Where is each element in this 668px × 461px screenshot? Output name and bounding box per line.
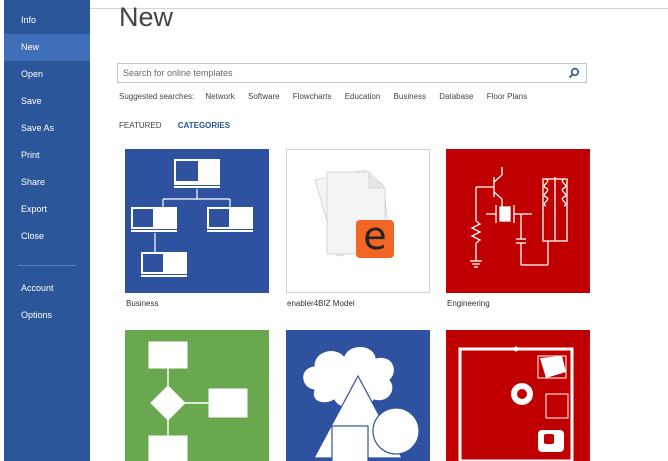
suggested-link-database[interactable]: Database bbox=[439, 92, 473, 101]
nav-save-as[interactable]: Save As bbox=[4, 115, 90, 142]
search-icon[interactable] bbox=[568, 67, 580, 79]
nav-account[interactable]: Account bbox=[4, 275, 90, 302]
shapes-icon bbox=[302, 346, 420, 461]
business-diagram-icon bbox=[131, 159, 253, 277]
template-tile-engineering[interactable] bbox=[446, 149, 590, 293]
nav-export[interactable]: Export bbox=[4, 196, 90, 223]
template-tile-flowchart[interactable] bbox=[125, 330, 269, 461]
suggested-link-floor-plans[interactable]: Floor Plans bbox=[487, 92, 527, 101]
template-tabs: FEATURED CATEGORIES bbox=[119, 121, 244, 130]
template-tile-floor-plan[interactable] bbox=[446, 330, 590, 461]
template-label-engineering: Engineering bbox=[447, 299, 490, 308]
suggested-searches: Suggested searches: Network Software Flo… bbox=[119, 92, 538, 101]
suggested-link-network[interactable]: Network bbox=[205, 92, 234, 101]
tab-categories[interactable]: CATEGORIES bbox=[178, 121, 230, 130]
template-tile-business[interactable] bbox=[125, 149, 269, 293]
nav-options[interactable]: Options bbox=[4, 302, 90, 329]
template-tile-enabler4biz[interactable]: e bbox=[286, 149, 430, 293]
search-input[interactable] bbox=[123, 66, 563, 80]
backstage-sidebar: Info New Open Save Save As Print Share E… bbox=[4, 0, 90, 461]
template-label-business: Business bbox=[126, 299, 159, 308]
tab-featured[interactable]: FEATURED bbox=[119, 121, 162, 130]
nav-share[interactable]: Share bbox=[4, 169, 90, 196]
flowchart-icon bbox=[148, 341, 248, 461]
suggested-link-business[interactable]: Business bbox=[394, 92, 426, 101]
search-box bbox=[117, 63, 587, 83]
nav-print[interactable]: Print bbox=[4, 142, 90, 169]
floor-plan-icon bbox=[458, 346, 574, 461]
enabler-logo-letter: e bbox=[363, 214, 387, 258]
enabler-logo-icon: e bbox=[356, 214, 394, 258]
suggested-link-education[interactable]: Education bbox=[345, 92, 381, 101]
template-tile-shapes[interactable] bbox=[286, 330, 430, 461]
nav-close[interactable]: Close bbox=[4, 223, 90, 250]
nav-new[interactable]: New bbox=[4, 34, 90, 61]
nav-divider bbox=[18, 265, 76, 266]
suggested-label: Suggested searches: bbox=[119, 92, 195, 101]
suggested-link-software[interactable]: Software bbox=[248, 92, 280, 101]
suggested-link-flowcharts[interactable]: Flowcharts bbox=[293, 92, 332, 101]
nav-open[interactable]: Open bbox=[4, 61, 90, 88]
template-label-enabler4biz: enabler4BIZ Model bbox=[287, 299, 355, 308]
nav-save[interactable]: Save bbox=[4, 88, 90, 115]
nav-info[interactable]: Info bbox=[4, 7, 90, 34]
top-divider bbox=[90, 8, 668, 9]
circuit-diagram-icon bbox=[470, 167, 568, 268]
page-title: New bbox=[119, 2, 174, 32]
